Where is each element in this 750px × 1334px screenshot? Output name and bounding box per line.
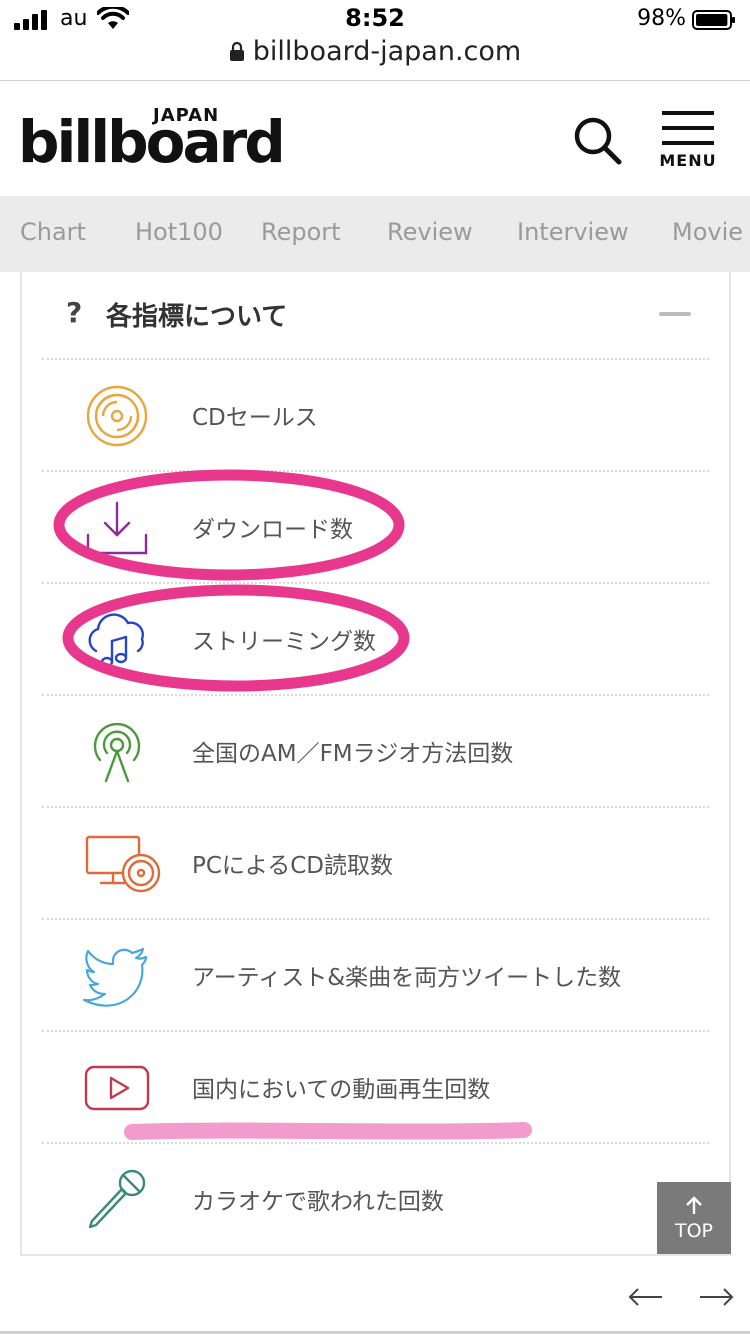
item-label: CDセールス (192, 405, 318, 431)
metrics-panel: ? 各指標について CDセールス ダウンロード数 ストリーミング数 全国のAM／… (20, 272, 731, 1256)
list-item: PCによるCD読取数 (42, 808, 709, 920)
tab-report[interactable]: Report (261, 218, 341, 246)
item-label: 国内においての動画再生回数 (192, 1077, 491, 1103)
status-bar: au 8:52 98% (0, 0, 750, 40)
microphone-icon (88, 1169, 146, 1229)
panel-title: 各指標について (106, 302, 288, 332)
list-item: ストリーミング数 (42, 584, 709, 696)
url-bar[interactable]: billboard-japan.com (0, 36, 750, 80)
download-icon (86, 501, 148, 555)
item-label: アーティスト&楽曲を両方ツイートした数 (192, 965, 622, 991)
cloud-music-icon (88, 613, 144, 668)
question-icon: ? (66, 296, 83, 329)
item-label: 全国のAM／FMラジオ方法回数 (192, 741, 514, 767)
top-label: TOP (674, 1220, 714, 1242)
tab-interview[interactable]: Interview (517, 218, 629, 246)
arrow-left-icon[interactable] (628, 1284, 664, 1310)
battery-percent: 98% (637, 6, 686, 31)
tab-review[interactable]: Review (387, 218, 473, 246)
list-item: ダウンロード数 (42, 472, 709, 584)
back-to-top-button[interactable]: TOP (657, 1182, 731, 1254)
cd-disc-icon (86, 385, 148, 447)
item-label: ダウンロード数 (192, 517, 353, 543)
battery-icon (692, 10, 735, 30)
item-label: カラオケで歌われた回数 (192, 1189, 444, 1215)
list-item: カラオケで歌われた回数 (42, 1144, 709, 1256)
video-play-icon (84, 1065, 150, 1111)
list-item: CDセールス (42, 360, 709, 472)
panel-header[interactable]: ? 各指標について (42, 272, 709, 360)
list-item: 全国のAM／FMラジオ方法回数 (42, 696, 709, 808)
tab-movie[interactable]: Movie (672, 218, 743, 246)
list-item: アーティスト&楽曲を両方ツイートした数 (42, 920, 709, 1032)
arrow-up-icon (686, 1196, 702, 1214)
item-label: ストリーミング数 (192, 629, 376, 655)
arrow-right-icon[interactable] (698, 1284, 734, 1310)
search-icon[interactable] (570, 113, 624, 167)
twitter-bird-icon (82, 947, 148, 1007)
url-text: billboard-japan.com (252, 36, 522, 67)
menu-label: MENU (659, 151, 717, 170)
billboard-logo[interactable]: billboard JAPAN (18, 103, 288, 173)
category-tabs: Chart Hot100 Report Review Interview Mov… (0, 196, 750, 272)
list-item: 国内においての動画再生回数 (42, 1032, 709, 1144)
logo-wordmark: billboard (18, 108, 286, 176)
hamburger-icon (662, 111, 714, 145)
lock-icon (229, 41, 244, 61)
pc-cd-icon (85, 835, 161, 893)
radio-antenna-icon (93, 722, 141, 783)
collapse-icon[interactable] (659, 312, 691, 316)
item-label: PCによるCD読取数 (192, 853, 394, 879)
tab-hot100[interactable]: Hot100 (135, 218, 223, 246)
tab-chart[interactable]: Chart (20, 218, 86, 246)
site-header: billboard JAPAN MENU (0, 81, 750, 196)
logo-japan-label: JAPAN (153, 105, 220, 126)
menu-button[interactable]: MENU (658, 107, 720, 173)
